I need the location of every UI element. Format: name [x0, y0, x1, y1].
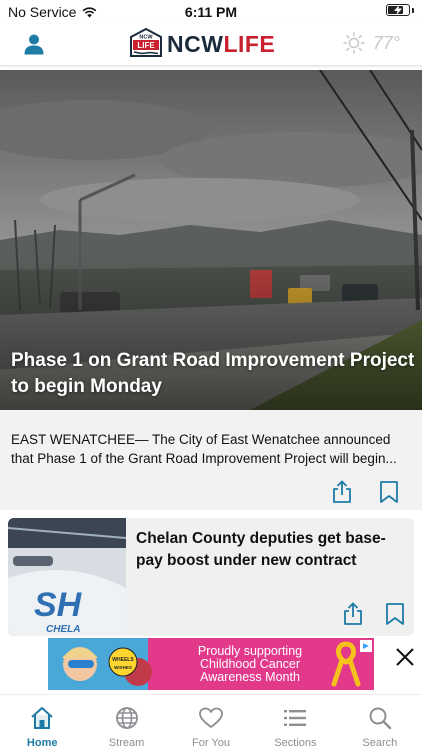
share-button[interactable]: [331, 480, 353, 504]
hero-story[interactable]: Phase 1 on Grant Road Improvement Projec…: [0, 70, 422, 410]
article-title[interactable]: Chelan County deputies get base-pay boos…: [136, 528, 396, 572]
svg-text:Childhood Cancer: Childhood Cancer: [200, 657, 300, 671]
bookmark-icon: [380, 481, 398, 503]
battery-indicator: [386, 4, 414, 16]
bookmark-button[interactable]: [378, 480, 400, 504]
charging-bolt-icon: [394, 5, 402, 15]
logo-life-text: LIFE: [223, 30, 276, 57]
tab-bar: Home Stream For You Sections Search: [0, 694, 422, 750]
article-thumbnail: SH CHELA: [8, 518, 126, 636]
tab-for-you[interactable]: For You: [169, 695, 253, 750]
status-bar: No Service 6:11 PM: [0, 0, 422, 24]
status-time: 6:11 PM: [184, 4, 238, 20]
logo-ncw-text: NCW: [167, 30, 224, 57]
sun-icon: [342, 32, 365, 54]
svg-text:CHELA: CHELA: [46, 624, 80, 635]
hero-summary-text[interactable]: EAST WENATCHEE— The City of East Wenatch…: [11, 430, 415, 468]
logo-badge-icon: NCW LIFE: [130, 28, 162, 57]
ad-close-button[interactable]: [392, 644, 418, 670]
tab-search-label: Search: [362, 737, 398, 749]
profile-button[interactable]: [20, 30, 48, 58]
tab-sections[interactable]: Sections: [253, 695, 337, 750]
tab-home-label: Home: [26, 737, 58, 749]
close-icon: [396, 648, 414, 666]
weather-widget[interactable]: 77°: [342, 32, 400, 54]
list-icon: [284, 710, 307, 726]
home-icon: [31, 707, 53, 729]
svg-text:NCW: NCW: [139, 35, 153, 41]
search-icon: [369, 707, 392, 730]
article-card[interactable]: SH CHELA Chelan County deputies get base…: [8, 518, 414, 636]
user-icon: [24, 34, 44, 55]
globe-icon: [115, 707, 138, 729]
article-share-button[interactable]: [342, 602, 364, 626]
tab-stream[interactable]: Stream: [84, 695, 168, 750]
article-bookmark-button[interactable]: [384, 602, 406, 626]
svg-text:WISHES: WISHES: [114, 665, 132, 670]
hero-title[interactable]: Phase 1 on Grant Road Improvement Projec…: [11, 348, 415, 400]
tab-for-you-label: For You: [192, 737, 230, 749]
ad-image: WHEELS WISHES Proudly supporting Childho…: [48, 638, 374, 690]
hero-summary: EAST WENATCHEE— The City of East Wenatch…: [0, 410, 422, 510]
svg-text:WHEELS: WHEELS: [112, 657, 134, 663]
share-icon: [333, 480, 351, 503]
svg-text:Proudly supporting: Proudly supporting: [198, 644, 302, 658]
bookmark-icon: [386, 603, 404, 625]
heart-icon: [199, 707, 223, 728]
app-logo: NCW LIFE NCWLIFE: [130, 28, 275, 60]
tab-sections-label: Sections: [274, 737, 317, 749]
battery-icon: [386, 4, 410, 16]
svg-text:SH: SH: [34, 586, 83, 624]
svg-text:Awareness Month: Awareness Month: [200, 670, 300, 684]
temperature-label: 77°: [372, 32, 400, 53]
tab-search[interactable]: Search: [338, 695, 422, 750]
tab-stream-label: Stream: [108, 737, 145, 749]
tab-home[interactable]: Home: [0, 695, 84, 750]
ad-banner[interactable]: WHEELS WISHES Proudly supporting Childho…: [48, 638, 374, 690]
svg-text:LIFE: LIFE: [137, 41, 155, 50]
share-icon: [344, 602, 362, 625]
app-header: NCW LIFE NCWLIFE 77°: [0, 24, 422, 66]
